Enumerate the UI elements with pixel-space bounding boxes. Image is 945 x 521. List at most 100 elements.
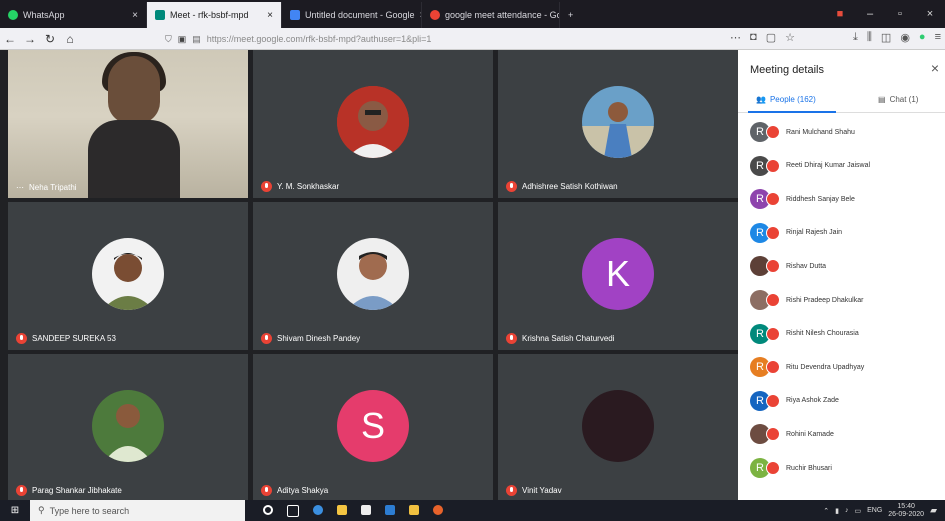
addon-icon[interactable]: ◉ [900, 31, 910, 44]
more-icon[interactable]: ⋯ [730, 31, 741, 44]
file-manager-icon[interactable] [337, 504, 347, 515]
participant-name-label: Vinit Yadav [506, 485, 562, 496]
sidebar-icon[interactable]: ◫ [881, 31, 891, 44]
mic-off-icon [766, 360, 780, 375]
participant-list-item[interactable]: R Rani Mulchand Shahu [750, 116, 855, 148]
mail-icon[interactable] [385, 504, 395, 515]
participant-avatar [337, 86, 409, 158]
new-tab-button[interactable]: + [560, 2, 588, 28]
forward-icon[interactable]: → [20, 32, 40, 46]
participant-tile[interactable]: SANDEEP SUREKA 53 [8, 202, 248, 350]
more-options-icon[interactable]: ⋯ [16, 183, 24, 192]
participant-name: Shivam Dinesh Pandey [277, 334, 361, 343]
back-icon[interactable]: ← [0, 32, 20, 46]
firefox-icon[interactable] [433, 504, 443, 515]
participant-avatar [92, 238, 164, 310]
mic-off-icon [766, 326, 780, 341]
participant-list-item[interactable]: R Rishit Nilesh Chourasia [750, 318, 859, 350]
person-photo-icon [92, 238, 164, 310]
address-bar[interactable]: ⛉ ▣ ▤ https://meet.google.com/ rfk-bsbf-… [165, 31, 765, 47]
participant-tile[interactable]: Y. M. Sonkhaskar [253, 50, 493, 198]
tab-whatsapp[interactable]: WhatsApp × [0, 2, 147, 28]
network-icon[interactable]: ▮ [835, 507, 839, 515]
account-icon[interactable]: ● [919, 31, 926, 44]
clock-time: 15:40 [897, 502, 915, 510]
participant-tile[interactable]: Shivam Dinesh Pandey [253, 202, 493, 350]
close-window-button[interactable]: × [915, 8, 945, 20]
navigation-bar: ← → ↻ ⌂ ⛉ ▣ ▤ https://meet.google.com/ r… [0, 28, 945, 50]
plus-icon: + [568, 10, 574, 20]
taskbar-search-box[interactable]: ⚲ Type here to search [30, 500, 245, 521]
windows-start-icon[interactable]: ⊞ [0, 505, 30, 516]
pocket-icon[interactable]: ◘ [750, 31, 757, 44]
maximize-button[interactable]: ▫ [885, 8, 915, 20]
participant-name-label: Parag Shankar Jibhakate [16, 485, 122, 496]
participant-list-item[interactable]: R Riddhesh Sanjay Bele [750, 183, 855, 215]
notifications-icon[interactable]: ▰ [930, 505, 937, 516]
mic-off-icon [261, 181, 272, 192]
participant-name: SANDEEP SUREKA 53 [32, 334, 116, 343]
participant-list-item[interactable]: Rishav Dutta [750, 250, 826, 282]
reader-icon[interactable]: ▢ [766, 31, 776, 44]
download-icon[interactable]: ⤓ [853, 31, 858, 44]
participant-name-label: Y. M. Sonkhaskar [261, 181, 339, 192]
person-photo-icon [337, 238, 409, 310]
participant-list-item[interactable]: Rishi Pradeep Dhakulkar [750, 284, 863, 316]
library-icon[interactable]: ⫼ [867, 31, 872, 44]
google-icon [430, 10, 440, 20]
participant-list-item[interactable]: R Riya Ashok Zade [750, 385, 839, 417]
cortana-icon[interactable] [263, 504, 273, 515]
battery-icon[interactable]: ▭ [854, 507, 861, 515]
participant-tile[interactable]: S Aditya Shakya [253, 354, 493, 502]
reload-icon[interactable]: ↻ [40, 32, 60, 46]
people-tab-label: People (162) [769, 95, 816, 104]
mic-off-icon [506, 181, 517, 192]
participant-list-item[interactable]: Rohini Kamade [750, 418, 834, 450]
edge-icon[interactable] [313, 504, 323, 515]
meet-icon [155, 10, 165, 20]
tray-arrow-icon[interactable]: ⌃ [823, 507, 829, 515]
close-tab-icon[interactable]: × [267, 10, 273, 21]
participant-list-name: Rinjal Rajesh Jain [786, 229, 843, 237]
task-view-icon[interactable] [287, 504, 299, 517]
camera-permission-icon[interactable]: ▤ [192, 34, 201, 45]
menu-icon[interactable]: ≡ [935, 31, 941, 44]
mic-off-icon [16, 333, 27, 344]
participant-name-label: Shivam Dinesh Pandey [261, 333, 360, 344]
mic-off-icon [766, 393, 780, 408]
bookmark-star-icon[interactable]: ☆ [785, 31, 795, 44]
clock[interactable]: 15:40 26-09-2020 [888, 503, 924, 519]
participant-list-item[interactable]: R Ruchir Bhusari [750, 452, 832, 484]
mic-off-icon [261, 485, 272, 496]
extension-icon[interactable]: ■ [825, 8, 855, 20]
participant-name: Aditya Shakya [277, 486, 329, 495]
volume-icon[interactable]: ♪ [845, 507, 849, 514]
store-icon[interactable] [361, 504, 371, 515]
language-indicator[interactable]: ENG [867, 507, 882, 514]
participant-list-item[interactable]: R Ritu Devendra Upadhyay [750, 351, 864, 383]
tab-people[interactable]: 👥 People (162) [756, 95, 816, 104]
close-panel-icon[interactable]: × [931, 60, 939, 76]
participant-tile[interactable]: Adhishree Satish Kothiwan [498, 50, 738, 198]
participant-tile[interactable]: Parag Shankar Jibhakate [8, 354, 248, 502]
participant-list-name: Rohini Kamade [786, 430, 834, 438]
participant-tile[interactable]: Vinit Yadav [498, 354, 738, 502]
participant-tile[interactable]: K Krishna Satish Chaturvedi [498, 202, 738, 350]
panel-tabs: 👥 People (162) ▤ Chat (1) [738, 90, 945, 113]
mic-off-icon [766, 293, 780, 307]
minimize-button[interactable]: – [855, 8, 885, 20]
tab-google-doc[interactable]: Untitled document - Google × [282, 2, 422, 28]
explorer-icon[interactable] [409, 504, 419, 515]
home-icon[interactable]: ⌂ [60, 32, 80, 46]
tab-chat[interactable]: ▤ Chat (1) [878, 95, 918, 104]
participant-avatar [92, 390, 164, 462]
participant-list-item[interactable]: R Rinjal Rajesh Jain [750, 217, 842, 249]
close-tab-icon[interactable]: × [132, 10, 138, 21]
tab-meet[interactable]: Meet - rfk-bsbf-mpd × [147, 2, 282, 28]
participant-list-item[interactable]: R Reeti Dhiraj Kumar Jaiswal [750, 150, 870, 182]
search-placeholder: Type here to search [49, 505, 130, 516]
tab-google-search[interactable]: google meet attendance - Go × [422, 2, 560, 28]
url-path: rfk-bsbf-mpd?authuser=1&pli=1 [305, 34, 432, 44]
participant-tile[interactable]: ⋯ Neha Tripathi [8, 50, 248, 198]
participant-video-person [88, 52, 180, 198]
